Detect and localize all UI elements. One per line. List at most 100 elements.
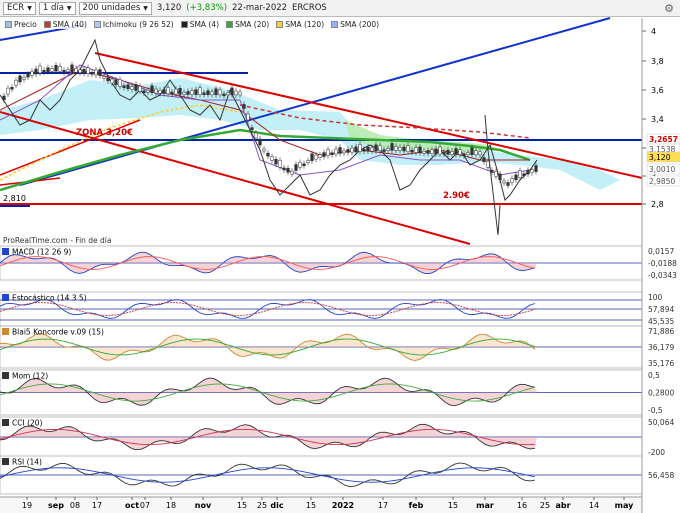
legend-label: SMA (4): [189, 19, 220, 29]
y-tick-label: 3,8: [651, 57, 664, 66]
candle: [246, 113, 250, 121]
x-tick-label: 19: [22, 501, 32, 510]
indicator-value-label: 35,176: [648, 359, 674, 368]
candle: [490, 170, 494, 173]
candle: [406, 145, 410, 152]
candle: [478, 151, 482, 156]
x-tick-label: 07: [140, 501, 150, 510]
legend-item[interactable]: SMA (4): [178, 19, 222, 29]
candle: [6, 87, 10, 95]
candle: [498, 173, 502, 181]
candle: [206, 90, 210, 96]
indicator-icon: [2, 419, 9, 426]
indicator-panel: Mom (12) 0,5 0,2800 -0,5: [0, 369, 674, 416]
candle: [198, 87, 202, 95]
price-labels: 3,26573,15383,1203,00102,9850: [646, 133, 680, 187]
legend-item[interactable]: Ichimoku (9 26 52): [91, 19, 176, 29]
candle: [126, 84, 130, 90]
candle: [374, 144, 378, 152]
x-tick-label: 15: [306, 501, 316, 510]
x-tick-label: mar: [476, 501, 494, 510]
candle: [122, 85, 126, 88]
candle: [214, 88, 218, 96]
legend-item[interactable]: SMA (120): [274, 19, 327, 29]
x-tick-label: nov: [195, 501, 212, 510]
candle: [418, 146, 422, 154]
indicator-value-label: -200: [648, 448, 665, 457]
candle: [334, 148, 338, 155]
candle: [442, 151, 446, 155]
candle: [166, 87, 170, 95]
candle: [82, 68, 86, 74]
candle: [382, 149, 386, 152]
candle: [510, 178, 514, 183]
candle: [462, 153, 466, 156]
candle: [182, 92, 186, 95]
candle: [270, 156, 274, 161]
legend-label: SMA (20): [235, 19, 270, 29]
candle: [350, 147, 354, 153]
candle: [222, 93, 226, 97]
candle: [450, 151, 454, 155]
candle: [162, 89, 166, 94]
candle: [242, 104, 246, 109]
candle: [390, 143, 394, 151]
candle: [46, 67, 50, 72]
indicator-title[interactable]: Blai5 Koncorde v.09 (15): [12, 328, 104, 337]
candle: [22, 76, 26, 80]
candle: [330, 152, 334, 155]
indicator-title[interactable]: Estocástico (14 3 5): [12, 294, 87, 303]
candle: [78, 69, 82, 73]
candle: [430, 149, 434, 154]
y-tick-label: 2,8: [651, 200, 664, 209]
candle: [70, 64, 74, 73]
candle: [306, 160, 310, 163]
candle: [110, 78, 114, 84]
x-tick-label: dic: [270, 501, 283, 510]
candle: [282, 167, 286, 171]
candle: [398, 147, 402, 151]
indicator-panel: CCI (20) 50,064 -200: [0, 416, 674, 458]
candle: [226, 92, 230, 96]
candle: [506, 182, 510, 186]
chart-canvas[interactable]: ZONA 3,20€ 2.90€ 2,810 ProRealTime.com -…: [0, 0, 680, 513]
candle: [370, 147, 374, 152]
legend-item[interactable]: SMA (20): [224, 19, 272, 29]
candle: [66, 69, 70, 72]
candle: [410, 149, 414, 153]
legend-swatch: [43, 20, 51, 28]
candle: [218, 89, 222, 96]
indicator-title[interactable]: MACD (12 26 9): [12, 248, 71, 257]
price-label: 3,2657: [649, 135, 678, 144]
candle: [378, 145, 382, 151]
x-tick-label: 15: [237, 501, 247, 510]
candle: [366, 146, 370, 152]
indicator-value-label: 0,5: [648, 371, 660, 380]
legend-item[interactable]: SMA (40): [41, 19, 89, 29]
legend-item[interactable]: Precio: [3, 19, 39, 29]
indicator-panel: MACD (12 26 9) 0,0157 -0,0188 -0,0343: [0, 245, 677, 281]
candle: [470, 147, 474, 155]
x-tick-label: 17: [378, 501, 388, 510]
candle: [314, 154, 318, 160]
candle: [10, 86, 14, 90]
main-price-panel: ZONA 3,20€ 2.90€ 2,810 ProRealTime.com -…: [0, 17, 643, 245]
candle: [362, 149, 366, 152]
indicator-title[interactable]: Mom (12): [12, 372, 48, 381]
candle: [422, 150, 426, 154]
candle: [258, 138, 262, 146]
candle: [146, 89, 150, 93]
candle: [326, 149, 330, 156]
candle: [518, 170, 522, 178]
indicator-panels: MACD (12 26 9) 0,0157 -0,0188 -0,0343 Estocá…: [0, 245, 677, 495]
candle: [186, 91, 190, 95]
candle: [102, 76, 106, 79]
candle: [402, 146, 406, 152]
indicator-title[interactable]: CCI (20): [12, 419, 43, 428]
x-tick-label: may: [615, 501, 634, 510]
legend-item[interactable]: SMA (200): [329, 19, 382, 29]
x-tick-label: oct: [125, 501, 139, 510]
indicator-title[interactable]: RSI (14): [12, 458, 42, 467]
x-tick-label: feb: [409, 501, 424, 510]
candle: [482, 157, 486, 162]
